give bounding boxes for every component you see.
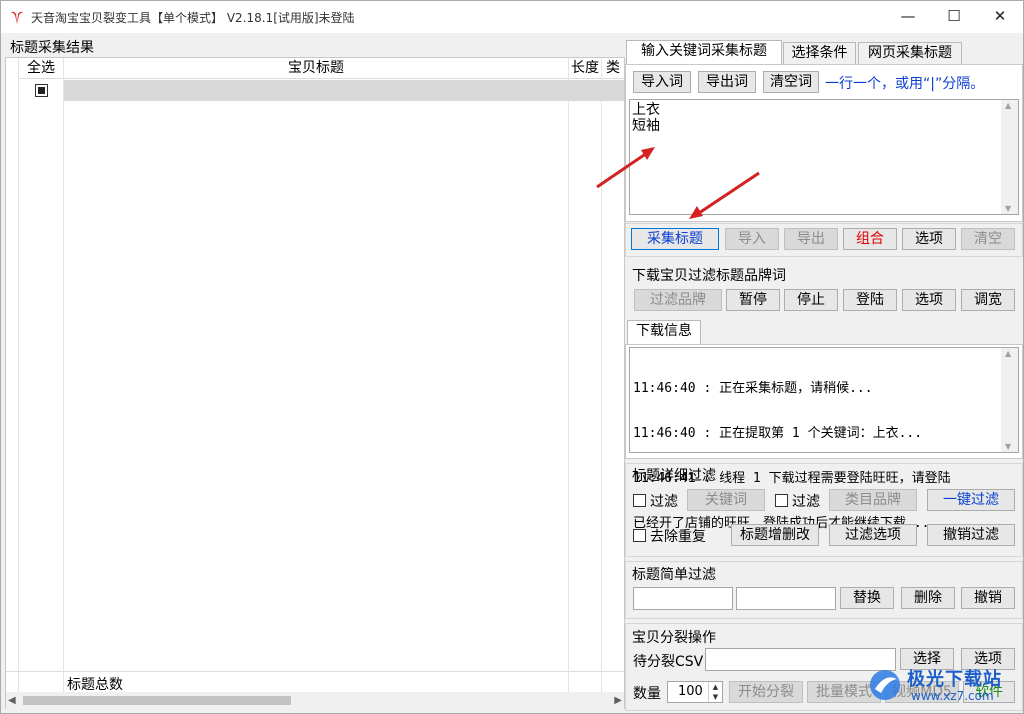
total-titles-label: 标题总数 [67, 677, 123, 693]
batch-mode-button[interactable]: 批量模式 [807, 681, 881, 703]
filter-category-label: 过滤 [792, 494, 820, 510]
grid-line [63, 58, 64, 692]
filter-keywords-checkbox[interactable] [633, 494, 646, 507]
minimize-button[interactable]: — [885, 1, 931, 33]
annotation-arrow-collect [689, 171, 760, 219]
count-spinner[interactable]: 100 ▲ ▼ [667, 681, 723, 703]
table-row-selected[interactable] [64, 80, 624, 101]
tab-keyword-collect[interactable]: 输入关键词采集标题 [626, 40, 782, 65]
filter-category-checkbox[interactable] [775, 494, 788, 507]
app-window: 天音淘宝宝贝裂变工具【单个模式】 V2.18.1[试用版]未登陆 — ☐ ✕ 标… [0, 0, 1024, 714]
collect-options-button[interactable]: 选项 [902, 228, 956, 250]
close-button[interactable]: ✕ [977, 1, 1023, 33]
start-split-button[interactable]: 开始分裂 [729, 681, 803, 703]
detail-filter-title: 标题详细过滤 [632, 468, 716, 484]
window-title: 天音淘宝宝贝裂变工具【单个模式】 V2.18.1[试用版]未登陆 [31, 11, 355, 25]
replace-text-input[interactable] [736, 587, 836, 610]
results-grid [5, 57, 625, 709]
brand-filter-title: 下载宝贝过滤标题品牌词 [632, 268, 786, 284]
log-line: 11:46:40 : 正在提取第 1 个关键词：上衣... [633, 426, 923, 441]
count-value: 100 [678, 684, 703, 699]
maximize-button[interactable]: ☐ [931, 1, 977, 33]
pause-button[interactable]: 暂停 [726, 289, 780, 311]
grid-footer-divider [6, 671, 624, 672]
video-md5-button[interactable]: 视频MD5 [885, 681, 959, 703]
dedupe-label: 去除重复 [650, 529, 706, 545]
stop-button[interactable]: 停止 [784, 289, 838, 311]
spinner-arrows-icon[interactable]: ▲ ▼ [708, 682, 722, 702]
keyword-line: 上衣 [632, 102, 660, 118]
column-select-all[interactable]: 全选 [19, 58, 63, 79]
annotation-arrow-keywords [596, 147, 655, 189]
find-text-input[interactable] [633, 587, 733, 610]
column-category[interactable]: 类 [602, 58, 624, 79]
filter-brand-button[interactable]: 过滤品牌 [634, 289, 722, 311]
csv-label: 待分裂CSV [633, 654, 704, 670]
clear-words-button[interactable]: 清空词 [763, 71, 819, 93]
grid-line [18, 58, 19, 692]
column-item-title[interactable]: 宝贝标题 [64, 58, 568, 79]
import-button[interactable]: 导入 [725, 228, 779, 250]
log-line: 11:46:40 : 正在采集标题，请稍候... [633, 381, 873, 396]
keywords-button[interactable]: 关键词 [687, 489, 765, 511]
export-button[interactable]: 导出 [784, 228, 838, 250]
filter-options-button[interactable]: 过滤选项 [829, 524, 917, 546]
undo-filter-button[interactable]: 撤销过滤 [927, 524, 1015, 546]
category-brand-button[interactable]: 类目品牌 [829, 489, 917, 511]
horizontal-scrollbar[interactable]: ◀ ▶ [6, 692, 624, 709]
row-checkbox[interactable] [35, 84, 48, 97]
tab-select-conditions[interactable]: 选择条件 [783, 42, 856, 65]
filter-keywords-label: 过滤 [650, 494, 678, 510]
export-words-button[interactable]: 导出词 [698, 71, 756, 93]
tab-web-collect[interactable]: 网页采集标题 [858, 42, 962, 65]
login-button[interactable]: 登陆 [843, 289, 897, 311]
select-csv-button[interactable]: 选择 [900, 648, 954, 670]
app-logo-icon [11, 11, 23, 24]
combine-button[interactable]: 组合 [843, 228, 897, 250]
split-options-button[interactable]: 选项 [961, 648, 1015, 670]
clear-button[interactable]: 清空 [961, 228, 1015, 250]
keyword-scrollbar[interactable]: ▲ ▼ [1001, 100, 1018, 214]
split-title: 宝贝分裂操作 [632, 630, 716, 646]
download-log[interactable]: 11:46:40 : 正在采集标题，请稍候... 11:46:40 : 正在提取… [629, 347, 1019, 531]
title-bar: 天音淘宝宝贝裂变工具【单个模式】 V2.18.1[试用版]未登陆 — ☐ ✕ [1, 1, 1023, 33]
keyword-hint: 一行一个，或用“|”分隔。 [825, 76, 985, 92]
csv-path-input[interactable] [705, 648, 896, 671]
keyword-line: 短袖 [632, 118, 660, 134]
dedupe-checkbox[interactable] [633, 529, 646, 542]
widen-button[interactable]: 调宽 [961, 289, 1015, 311]
one-click-filter-button[interactable]: 一键过滤 [927, 489, 1015, 511]
simple-filter-title: 标题简单过滤 [632, 567, 716, 583]
grid-line [568, 58, 569, 692]
count-label: 数量 [633, 686, 661, 702]
import-words-button[interactable]: 导入词 [633, 71, 691, 93]
results-section-title: 标题采集结果 [10, 40, 94, 56]
software-button[interactable]: 软件 [963, 681, 1015, 703]
delete-button[interactable]: 删除 [901, 587, 955, 609]
title-edit-button[interactable]: 标题增删改 [731, 524, 819, 546]
log-scrollbar[interactable]: ▲ ▼ [1001, 348, 1018, 452]
column-length[interactable]: 长度 [569, 58, 601, 79]
replace-button[interactable]: 替换 [840, 587, 894, 609]
brand-options-button[interactable]: 选项 [902, 289, 956, 311]
undo-button[interactable]: 撤销 [961, 587, 1015, 609]
collect-titles-button[interactable]: 采集标题 [631, 228, 719, 250]
tab-download-info[interactable]: 下载信息 [627, 320, 701, 345]
